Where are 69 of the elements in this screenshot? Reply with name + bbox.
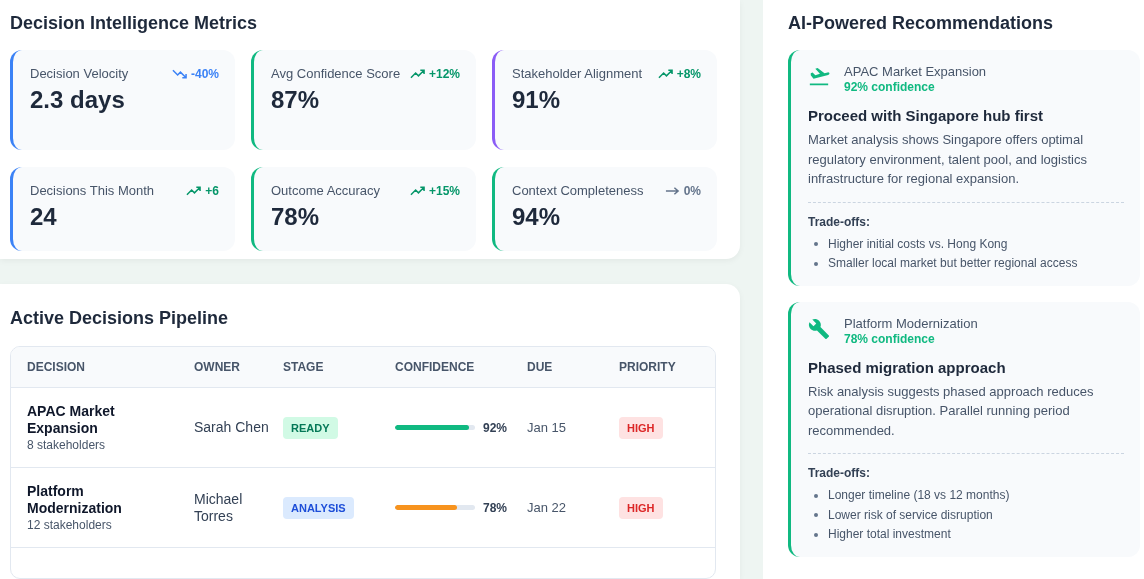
due-date: Jan 15: [527, 420, 567, 435]
metric-label: Decision Velocity: [30, 66, 129, 82]
confidence-label: 78% confidence: [844, 331, 936, 346]
trend-up-icon: [657, 69, 673, 79]
stakeholder-count: 12 stakeholders: [27, 518, 112, 532]
column-header: CONFIDENCE: [395, 360, 476, 374]
metric-value: 78%: [271, 203, 321, 231]
bullet-icon: [814, 261, 818, 266]
stage-tag: READY: [283, 416, 338, 439]
tradeoff-item: Higher total investment: [828, 526, 951, 543]
metric-value: 87%: [271, 86, 321, 114]
recommendation-topic: APAC Market Expansion: [844, 64, 987, 80]
recommendation-topic: Platform Modernization: [844, 315, 978, 332]
tradeoffs-label: Trade-offs:: [808, 466, 871, 480]
confidence-value: 78%: [483, 500, 508, 515]
bullet-icon: [814, 242, 818, 247]
priority-tag: HIGH: [619, 416, 663, 439]
column-header: OWNER: [194, 360, 241, 374]
metric-change: 0%: [683, 183, 701, 199]
metric-change: +15%: [428, 183, 460, 199]
metric-change: +12%: [428, 66, 460, 82]
column-header: DECISION: [27, 360, 86, 374]
metric-change: -40%: [191, 66, 219, 82]
metric-label: Decisions This Month: [30, 183, 155, 199]
metric-label: Context Completeness: [512, 183, 644, 199]
metric-label: Outcome Accuracy: [271, 183, 381, 199]
bullet-icon: [814, 513, 818, 518]
metric-value: 94%: [512, 203, 562, 231]
metric-change: +8%: [676, 66, 701, 82]
tradeoff-item: Lower risk of service disruption: [828, 506, 993, 524]
tradeoff-item: Higher initial costs vs. Hong Kong: [828, 235, 1008, 253]
trend-up-icon: [409, 186, 425, 196]
decision-name: Platform Modernization: [27, 483, 123, 517]
owner-name: Sarah Chen: [194, 419, 269, 436]
section-title: Active Decisions Pipeline: [10, 307, 230, 329]
column-header: DUE: [527, 360, 554, 374]
priority-tag: HIGH: [619, 496, 663, 519]
tradeoff-item: Longer timeline (18 vs 12 months): [828, 487, 1010, 504]
confidence-label: 92% confidence: [844, 80, 936, 94]
owner-name: Michael Torres: [194, 490, 244, 525]
trend-up-icon: [409, 69, 425, 79]
section-title: AI-Powered Recommendations: [788, 12, 1055, 34]
bullet-icon: [814, 532, 818, 537]
trend-down-icon: [172, 69, 187, 79]
metric-value: 2.3 days: [30, 86, 126, 114]
airplane-icon: [808, 66, 830, 88]
trend-up-icon: [186, 186, 202, 196]
wrench-icon: [808, 317, 830, 340]
metric-value: 24: [30, 203, 58, 231]
stakeholder-count: 8 stakeholders: [27, 438, 106, 452]
metric-change: +6: [205, 183, 219, 199]
recommendation-headline: Proceed with Singapore hub first: [808, 107, 1045, 124]
metric-label: Stakeholder Alignment: [512, 66, 643, 82]
decision-name: APAC Market Expansion: [27, 403, 116, 437]
tradeoffs-label: Trade-offs:: [808, 214, 871, 229]
bullet-icon: [814, 493, 818, 498]
recommendation-text: Market analysis shows Singapore offers optimal regulatory environment, talent pool, and logistics infrastructure for regional expansion.: [808, 131, 1088, 188]
metric-value: 91%: [512, 86, 562, 114]
metric-label: Avg Confidence Score: [271, 66, 401, 82]
due-date: Jan 22: [527, 500, 567, 515]
recommendation-headline: Phased migration approach: [808, 358, 1007, 376]
confidence-value: 92%: [483, 420, 508, 435]
column-header: PRIORITY: [619, 360, 677, 374]
column-header: STAGE: [283, 360, 325, 374]
recommendation-text: Risk analysis suggests phased approach reduces operational disruption. Parallel running period recommended.: [808, 382, 1095, 440]
tradeoff-item: Smaller local market but better regional access: [828, 255, 1078, 272]
section-title: Decision Intelligence Metrics: [10, 12, 259, 34]
arrow-right-icon: [664, 186, 680, 196]
stage-tag: ANALYSIS: [283, 496, 354, 519]
